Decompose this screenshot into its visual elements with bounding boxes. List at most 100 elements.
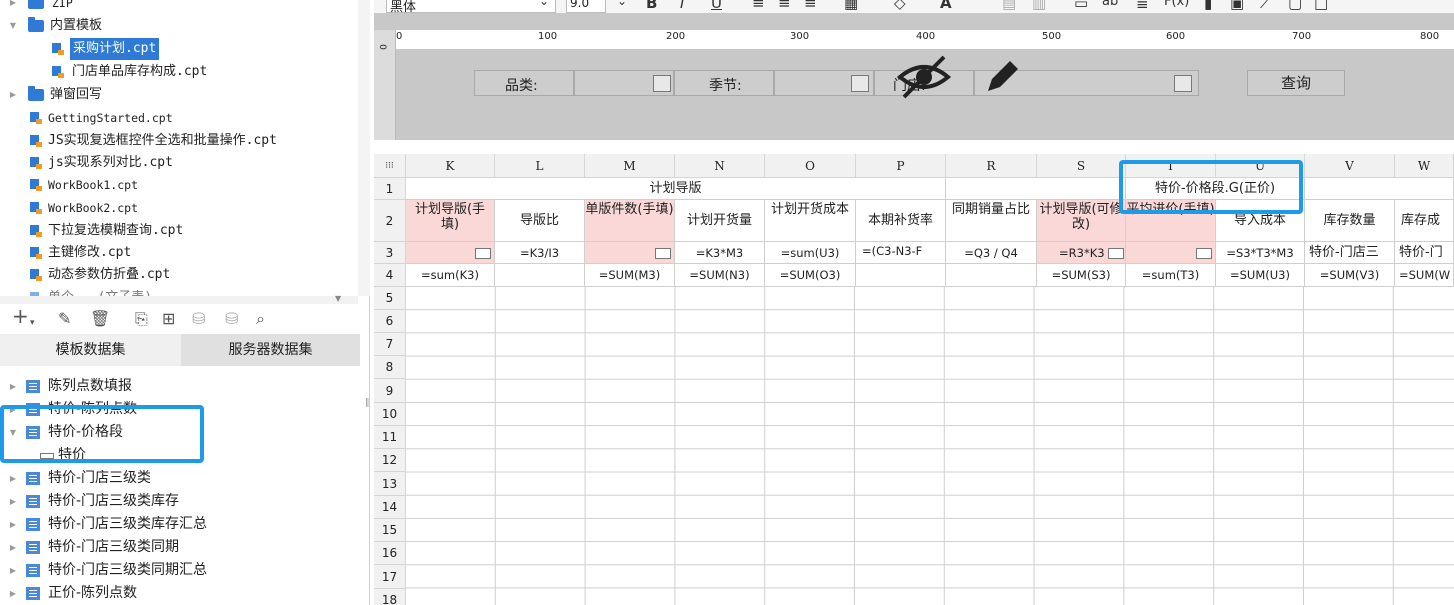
column-header[interactable]: W	[1395, 154, 1454, 178]
expand-arrow-icon[interactable]: ▶	[8, 513, 18, 536]
empty-cells-area[interactable]	[406, 287, 1454, 605]
row-header[interactable]: 7	[374, 333, 406, 356]
tree-scrollbar[interactable]	[358, 0, 370, 296]
splitter-arrow-icon[interactable]: ▼	[335, 294, 341, 303]
server-database-icon[interactable]: ⛁	[225, 310, 238, 328]
insert-formula-icon[interactable]: F(x)	[1164, 0, 1189, 9]
panel-splitter[interactable]: ▼	[0, 294, 358, 304]
delete-icon[interactable]: 🗑	[90, 310, 110, 328]
row-header[interactable]: 2	[374, 200, 406, 242]
table-cell[interactable]: =K3/I3	[495, 242, 585, 264]
font-select[interactable]: 黑体	[386, 0, 556, 13]
table-cell[interactable]: 计划导版(手填)	[406, 200, 495, 242]
table-cell[interactable]: 导版比	[495, 200, 585, 242]
chevron-down-icon[interactable]: ⌄	[539, 0, 549, 8]
column-header[interactable]: O	[765, 154, 856, 178]
font-color-icon[interactable]: A	[940, 0, 952, 12]
table-cell[interactable]: =SUM(N3)	[675, 264, 765, 287]
column-header[interactable]: S	[1037, 154, 1126, 178]
row-header[interactable]: 14	[374, 496, 406, 519]
table-cell[interactable]: =sum(T3)	[1126, 264, 1216, 287]
italic-icon[interactable]: I	[680, 0, 684, 12]
table-cell[interactable]: 库存数量	[1305, 200, 1395, 242]
row-header[interactable]: 10	[374, 403, 406, 426]
edit-pencil-icon[interactable]	[982, 57, 1022, 97]
split-cells-icon[interactable]: ▥	[1032, 0, 1046, 12]
category-combo[interactable]	[574, 70, 674, 96]
column-header[interactable]: P	[856, 154, 946, 178]
table-cell[interactable]: 本期补货率	[856, 200, 946, 242]
table-cell[interactable]	[406, 242, 495, 264]
table-cell[interactable]: 计划开货量	[675, 200, 765, 242]
checkbox-widget[interactable]	[1108, 248, 1124, 259]
row-header[interactable]: 11	[374, 426, 406, 449]
season-combo[interactable]	[774, 70, 874, 96]
row-header[interactable]: 6	[374, 310, 406, 333]
dropdown-icon[interactable]	[851, 75, 869, 92]
row-header[interactable]: 18	[374, 589, 406, 605]
expand-arrow-icon[interactable]: ▶	[8, 536, 18, 559]
row-header[interactable]: 12	[374, 449, 406, 472]
table-cell[interactable]: =sum(K3)	[406, 264, 495, 287]
underline-icon[interactable]: U	[711, 0, 722, 12]
expand-arrow-icon[interactable]: ▶	[8, 582, 18, 605]
table-cell[interactable]: =S3*T3*M3	[1216, 242, 1305, 264]
expand-arrow-icon[interactable]: ▶	[8, 490, 18, 513]
border-icon[interactable]: ▦	[844, 0, 858, 12]
insert-text-icon[interactable]: ▭	[1074, 0, 1088, 12]
table-cell[interactable]	[946, 264, 1037, 287]
insert-chart-icon[interactable]: ▮	[1204, 0, 1212, 12]
table-cell[interactable]: =sum(U3)	[765, 242, 856, 264]
database-icon[interactable]: ⛁	[192, 310, 205, 328]
tab-template-dataset[interactable]: 模板数据集	[0, 334, 181, 366]
table-cell[interactable]: =SUM(V3)	[1305, 264, 1395, 287]
category-label-widget[interactable]: 品类:	[474, 70, 574, 96]
resize-handle-icon[interactable]: ‖	[365, 398, 370, 408]
table-cell[interactable]: 库存成	[1395, 200, 1454, 242]
table-cell[interactable]: =SUM(S3)	[1037, 264, 1126, 287]
table-cell[interactable]: =SUM(M3)	[585, 264, 675, 287]
row-header[interactable]: 16	[374, 542, 406, 565]
insert-slash-icon[interactable]: ⟋	[1260, 0, 1271, 12]
expand-arrow-icon[interactable]: ▶	[8, 84, 18, 106]
insert-subreport-icon[interactable]: ▢	[1288, 0, 1302, 12]
expand-arrow-icon[interactable]: ▶	[8, 467, 18, 490]
bold-icon[interactable]: B	[646, 0, 657, 12]
align-left-icon[interactable]: ≡	[752, 0, 765, 12]
table-cell[interactable]: 计划导版(可修改)	[1037, 200, 1126, 242]
column-header[interactable]: R	[946, 154, 1037, 178]
table-cell[interactable]: =SUM(U3)	[1216, 264, 1305, 287]
preview-icon[interactable]: ⎘	[135, 310, 148, 328]
table-cell[interactable]: 计划开货成本	[765, 200, 856, 242]
checkbox-widget[interactable]	[1196, 248, 1212, 259]
collapse-arrow-icon[interactable]: ▼	[8, 15, 18, 37]
table-cell[interactable]	[1126, 242, 1216, 264]
table-cell[interactable]: 特价-门店三	[1305, 242, 1395, 264]
table-cell[interactable]: =R3*K3	[1037, 242, 1126, 264]
table-cell[interactable]	[495, 264, 585, 287]
font-size-select[interactable]: 9.0	[566, 0, 606, 13]
column-header[interactable]: L	[495, 154, 585, 178]
align-center-icon[interactable]: ≡	[778, 0, 791, 12]
add-dropdown-icon[interactable]: ▾	[30, 314, 35, 332]
row-header[interactable]: 3	[374, 242, 406, 264]
align-right-icon[interactable]: ≡	[804, 0, 817, 12]
row-header[interactable]: 1	[374, 178, 406, 200]
season-label-widget[interactable]: 季节:	[674, 70, 774, 96]
row-header[interactable]: 4	[374, 264, 406, 287]
column-header[interactable]: M	[585, 154, 675, 178]
insert-float-icon[interactable]: □	[1314, 0, 1328, 12]
expand-arrow-icon[interactable]: ▶	[8, 559, 18, 582]
select-all-corner[interactable]: ⁝⁝⁝	[374, 154, 406, 178]
tab-server-dataset[interactable]: 服务器数据集	[181, 334, 360, 366]
row-header[interactable]: 15	[374, 519, 406, 542]
column-header[interactable]: K	[406, 154, 495, 178]
table-cell[interactable]: =Q3 / Q4	[946, 242, 1037, 264]
insert-image-icon[interactable]: ▣	[1230, 0, 1244, 12]
edit-icon[interactable]: ✎	[58, 310, 71, 328]
table-cell[interactable]	[585, 242, 675, 264]
table-cell[interactable]	[946, 178, 1126, 200]
table-cell[interactable]: 单版件数(手填)	[585, 200, 675, 242]
row-header[interactable]: 13	[374, 472, 406, 496]
chevron-down-icon[interactable]: ⌄	[617, 0, 627, 8]
